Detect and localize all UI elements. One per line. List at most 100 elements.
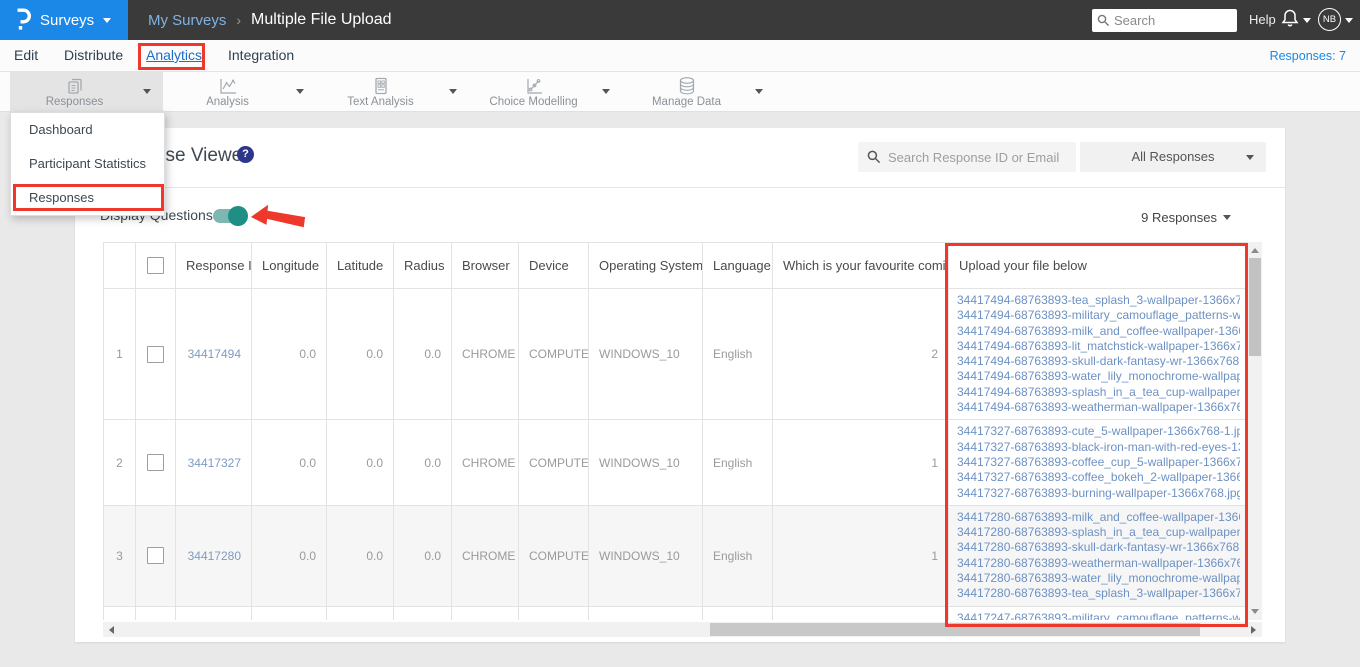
longitude-cell: 0.0 xyxy=(251,419,327,506)
menu-item-responses[interactable]: Responses xyxy=(11,181,164,215)
manage-data-dropdown-caret-icon[interactable] xyxy=(755,89,763,94)
latitude-cell xyxy=(326,605,394,620)
survey-nav: Edit Distribute Analytics Integration Re… xyxy=(0,40,1360,72)
row-number: 3 xyxy=(103,504,136,607)
scroll-left-arrow-icon[interactable] xyxy=(109,626,114,634)
horizontal-scrollbar[interactable] xyxy=(103,622,1262,637)
col-comics-question[interactable]: Which is your favourite comics? xyxy=(772,242,949,289)
col-response-id-label: Response ID xyxy=(186,258,252,273)
row-checkbox[interactable] xyxy=(147,547,164,565)
latitude-cell: 0.0 xyxy=(326,419,394,506)
toolbar-item-responses[interactable]: Responses xyxy=(10,72,163,112)
uploaded-files-cell: 34417327-68763893-cute_5-wallpaper-1366x… xyxy=(948,419,1248,506)
tab-analytics[interactable]: Analytics xyxy=(146,47,202,63)
uploaded-file-link[interactable]: 34417247-68763893-military_camouflage_pa… xyxy=(957,611,1240,620)
responses-summary-dropdown[interactable]: 9 Responses xyxy=(1141,210,1231,225)
uploaded-file-link[interactable]: 34417494-68763893-milk_and_coffee-wallpa… xyxy=(957,324,1240,339)
col-browser[interactable]: Browser xyxy=(451,242,519,289)
scroll-down-arrow-icon[interactable] xyxy=(1251,609,1259,614)
uploaded-file-link[interactable]: 34417280-68763893-skull-dark-fantasy-wr-… xyxy=(957,540,1240,555)
uploaded-file-link[interactable]: 34417280-68763893-weatherman-wallpaper-1… xyxy=(957,556,1240,571)
col-upload-file[interactable]: Upload your file below xyxy=(948,242,1248,289)
responses-dropdown-menu: Dashboard Participant Statistics Respons… xyxy=(10,112,165,216)
uploaded-file-link[interactable]: 34417327-68763893-burning-wallpaper-1366… xyxy=(957,486,1240,501)
uploaded-file-link[interactable]: 34417327-68763893-coffee_cup_5-wallpaper… xyxy=(957,455,1240,470)
top-header: Surveys My Surveys › Multiple File Uploa… xyxy=(0,0,1360,40)
col-device[interactable]: Device xyxy=(518,242,589,289)
uploaded-file-link[interactable]: 34417494-68763893-water_lily_monochrome-… xyxy=(957,369,1240,384)
uploaded-file-link[interactable]: 34417327-68763893-black-iron-man-with-re… xyxy=(957,440,1240,455)
response-filter-dropdown[interactable]: All Responses xyxy=(1080,142,1266,172)
col-radius[interactable]: Radius xyxy=(393,242,452,289)
col-longitude[interactable]: Longitude xyxy=(251,242,327,289)
choice-modelling-dropdown-caret-icon[interactable] xyxy=(602,89,610,94)
text-analysis-icon xyxy=(374,77,387,95)
vertical-scroll-thumb[interactable] xyxy=(1249,258,1261,356)
uploaded-file-link[interactable]: 34417327-68763893-cute_5-wallpaper-1366x… xyxy=(957,424,1240,439)
os-cell: WINDOWS_10 xyxy=(588,419,703,506)
divider xyxy=(75,187,1285,188)
uploaded-file-link[interactable]: 34417327-68763893-coffee_bokeh_2-wallpap… xyxy=(957,470,1240,485)
text-analysis-dropdown-caret-icon[interactable] xyxy=(449,89,457,94)
col-language[interactable]: Language xyxy=(702,242,773,289)
menu-item-participant-statistics[interactable]: Participant Statistics xyxy=(11,147,164,181)
uploaded-file-link[interactable]: 34417280-68763893-water_lily_monochrome-… xyxy=(957,571,1240,586)
row-checkbox[interactable] xyxy=(147,454,164,472)
toolbar-item-manage-data[interactable]: Manage Data xyxy=(622,72,775,112)
notifications-bell-icon[interactable] xyxy=(1281,8,1299,28)
notifications-caret-icon[interactable] xyxy=(1303,18,1311,23)
radius-cell xyxy=(393,605,452,620)
tab-integration[interactable]: Integration xyxy=(228,47,294,63)
language-cell xyxy=(702,605,773,620)
uploaded-file-link[interactable]: 34417494-68763893-splash_in_a_tea_cup-wa… xyxy=(957,385,1240,400)
toolbar-item-text-analysis[interactable]: Text Analysis xyxy=(316,72,469,112)
uploaded-file-link[interactable]: 34417494-68763893-lit_matchstick-wallpap… xyxy=(957,339,1240,354)
uploaded-file-link[interactable]: 34417280-68763893-milk_and_coffee-wallpa… xyxy=(957,510,1240,525)
response-id-link[interactable]: 34417494 xyxy=(175,287,252,421)
scroll-right-arrow-icon[interactable] xyxy=(1251,626,1256,634)
radius-cell: 0.0 xyxy=(393,504,452,607)
col-response-id[interactable]: Response ID xyxy=(175,242,252,289)
uploaded-file-link[interactable]: 34417280-68763893-tea_splash_3-wallpaper… xyxy=(957,586,1240,601)
uploaded-file-link[interactable]: 34417494-68763893-weatherman-wallpaper-1… xyxy=(957,400,1240,415)
tab-distribute[interactable]: Distribute xyxy=(64,47,123,63)
responses-dropdown-caret-icon[interactable] xyxy=(143,89,151,94)
account-caret-icon[interactable] xyxy=(1345,18,1353,23)
response-id-link[interactable]: 34417327 xyxy=(175,419,252,506)
help-question-icon[interactable]: ? xyxy=(237,146,254,163)
select-all-checkbox[interactable] xyxy=(147,257,164,274)
breadcrumb-my-surveys[interactable]: My Surveys xyxy=(148,12,226,29)
os-cell xyxy=(588,605,703,620)
response-viewer-card: Response Viewer ? All Responses Display … xyxy=(75,128,1285,642)
display-questions-toggle[interactable] xyxy=(213,206,248,226)
uploaded-file-link[interactable]: 34417280-68763893-splash_in_a_tea_cup-wa… xyxy=(957,525,1240,540)
global-search-input[interactable] xyxy=(1114,9,1232,32)
menu-item-dashboard[interactable]: Dashboard xyxy=(11,113,164,147)
toggle-knob xyxy=(228,206,248,226)
browser-cell xyxy=(451,605,519,620)
tab-edit[interactable]: Edit xyxy=(14,47,38,63)
horizontal-scroll-thumb[interactable] xyxy=(710,623,1200,636)
response-search xyxy=(858,142,1076,172)
toolbar-item-analysis[interactable]: Analysis xyxy=(163,72,316,112)
radius-cell: 0.0 xyxy=(393,419,452,506)
help-link[interactable]: Help xyxy=(1249,12,1276,27)
uploaded-file-link[interactable]: 34417494-68763893-tea_splash_3-wallpaper… xyxy=(957,293,1240,308)
uploaded-file-link[interactable]: 34417494-68763893-skull-dark-fantasy-wr-… xyxy=(957,354,1240,369)
chevron-down-icon xyxy=(103,17,112,23)
avatar[interactable]: NB xyxy=(1318,8,1341,31)
analysis-dropdown-caret-icon[interactable] xyxy=(296,89,304,94)
toolbar-label-manage-data: Manage Data xyxy=(651,96,722,108)
scroll-up-arrow-icon[interactable] xyxy=(1251,248,1259,253)
responses-icon xyxy=(67,78,82,94)
col-operating-system[interactable]: Operating System xyxy=(588,242,703,289)
row-checkbox[interactable] xyxy=(147,345,164,363)
vertical-scrollbar[interactable] xyxy=(1248,242,1262,620)
uploaded-file-link[interactable]: 34417494-68763893-military_camouflage_pa… xyxy=(957,308,1240,323)
summary-caret-icon xyxy=(1223,215,1231,220)
response-search-input[interactable] xyxy=(888,142,1070,172)
response-id-link[interactable]: 34417280 xyxy=(175,504,252,607)
col-latitude[interactable]: Latitude xyxy=(326,242,394,289)
toolbar-item-choice-modelling[interactable]: Choice Modelling xyxy=(469,72,622,112)
product-switcher[interactable]: Surveys xyxy=(0,0,128,40)
